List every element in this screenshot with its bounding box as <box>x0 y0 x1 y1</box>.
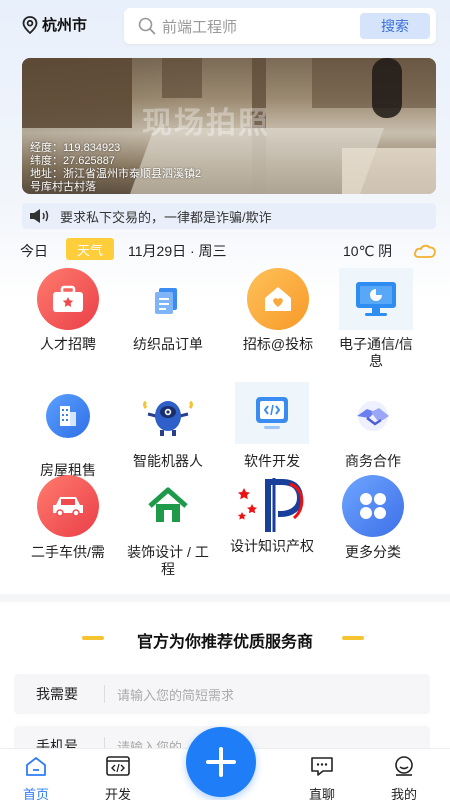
category-label: 设计知识产权 <box>230 538 314 554</box>
tab-home[interactable]: 首页 <box>6 755 66 800</box>
building-icon <box>46 394 90 438</box>
house-heart-icon <box>247 268 309 330</box>
category-label: 人才招聘 <box>40 336 96 352</box>
monitor-icon <box>339 268 413 330</box>
need-label: 我需要 <box>36 686 78 702</box>
ip-logo-icon <box>232 472 312 538</box>
category-label: 招标@投标 <box>242 336 314 352</box>
banner-geo-info: 经度：119.834923 纬度：27.625887 地址：浙江省温州市泰顺县泗… <box>30 142 201 194</box>
notice-text: 要求私下交易的，一律都是诈骗/欺诈 <box>60 209 272 225</box>
tab-chat-label: 直聊 <box>308 787 335 800</box>
home-tab-icon <box>26 757 46 776</box>
category-item[interactable]: 软件开发 <box>222 382 322 470</box>
location-city: 杭州市 <box>42 17 88 34</box>
speaker-icon <box>30 209 49 223</box>
tab-home-label: 首页 <box>22 787 49 800</box>
car-icon <box>37 475 99 537</box>
category-item[interactable]: 智能机器人 <box>118 385 218 470</box>
date-text: 11月29日 · 周三 <box>128 243 227 259</box>
tab-profile-label: 我的 <box>390 787 417 800</box>
search-icon <box>138 17 156 35</box>
banner-longitude: 经度：119.834923 <box>30 142 121 154</box>
category-label: 电子通信/信息 <box>339 336 413 369</box>
today-label: 今日 <box>20 243 48 259</box>
banner-photo[interactable]: 现场拍照 经度：119.834923 纬度：27.625887 地址：浙江省温州… <box>22 58 436 194</box>
grid-icon <box>342 475 404 537</box>
title-decoration-right <box>342 636 364 640</box>
search-input[interactable]: 前端工程师 <box>162 16 360 37</box>
banner-address: 地址：浙江省温州市泰顺县泗溪镇2 <box>30 168 202 180</box>
category-item[interactable]: 纺织品订单 <box>118 268 218 353</box>
category-label: 纺织品订单 <box>133 336 203 352</box>
weather-tag: 天气 <box>66 238 114 260</box>
category-item[interactable]: 商务合作 <box>323 385 423 470</box>
category-item[interactable]: 电子通信/信息 <box>326 268 426 370</box>
tab-develop[interactable]: 开发 <box>88 755 148 800</box>
banner-address-2: 号库村古村落 <box>30 181 96 193</box>
category-item[interactable]: 装饰设计 / 工程 <box>118 475 218 578</box>
category-label: 装饰设计 / 工程 <box>127 544 209 577</box>
category-label: 二手车供/需 <box>31 544 105 560</box>
profile-tab-icon <box>395 756 413 776</box>
category-item[interactable]: 人才招聘 <box>18 268 118 353</box>
need-input[interactable]: 请输入您的简短需求 <box>117 685 234 704</box>
category-item[interactable]: 更多分类 <box>323 475 423 561</box>
category-label: 软件开发 <box>244 453 300 469</box>
location-pin-icon <box>22 15 38 34</box>
category-label: 商务合作 <box>345 453 401 469</box>
category-label: 智能机器人 <box>133 453 203 469</box>
handshake-icon <box>342 385 404 447</box>
tab-develop-label: 开发 <box>104 787 131 800</box>
category-item[interactable]: 房屋租售 <box>18 385 118 479</box>
header: 杭州市 前端工程师 搜索 <box>0 0 450 56</box>
search-bar[interactable]: 前端工程师 搜索 <box>124 8 436 44</box>
cloud-icon <box>413 244 436 258</box>
notice-bar[interactable]: 要求私下交易的，一律都是诈骗/欺诈 <box>22 203 436 229</box>
tab-chat[interactable]: 直聊 <box>292 755 352 800</box>
category-item[interactable]: 招标@投标 <box>228 268 328 353</box>
tab-profile[interactable]: 我的 <box>374 755 434 800</box>
plus-icon <box>206 747 236 777</box>
code-icon <box>235 382 309 444</box>
banner-latitude: 纬度：27.625887 <box>30 155 115 167</box>
document-icon <box>137 268 199 330</box>
location-selector[interactable]: 杭州市 <box>22 14 87 35</box>
chat-tab-icon <box>311 757 333 776</box>
robot-icon <box>137 385 199 447</box>
category-item[interactable]: 设计知识产权 <box>222 472 322 555</box>
search-button[interactable]: 搜索 <box>360 13 430 39</box>
section-title: 官方为你推荐优质服务商 <box>136 634 313 651</box>
temperature: 10℃ 阴 <box>343 243 393 259</box>
briefcase-icon <box>37 268 99 330</box>
publish-button[interactable] <box>186 727 256 797</box>
category-item[interactable]: 二手车供/需 <box>18 475 118 561</box>
date-weather-row: 今日 天气 11月29日 · 周三 10℃ 阴 <box>18 238 438 262</box>
banner-watermark: 现场拍照 <box>142 107 270 140</box>
category-label: 更多分类 <box>345 544 401 560</box>
code-tab-icon <box>106 756 130 776</box>
section-divider <box>0 594 450 602</box>
home-icon <box>137 475 199 537</box>
need-field[interactable]: 我需要 请输入您的简短需求 <box>14 674 430 714</box>
